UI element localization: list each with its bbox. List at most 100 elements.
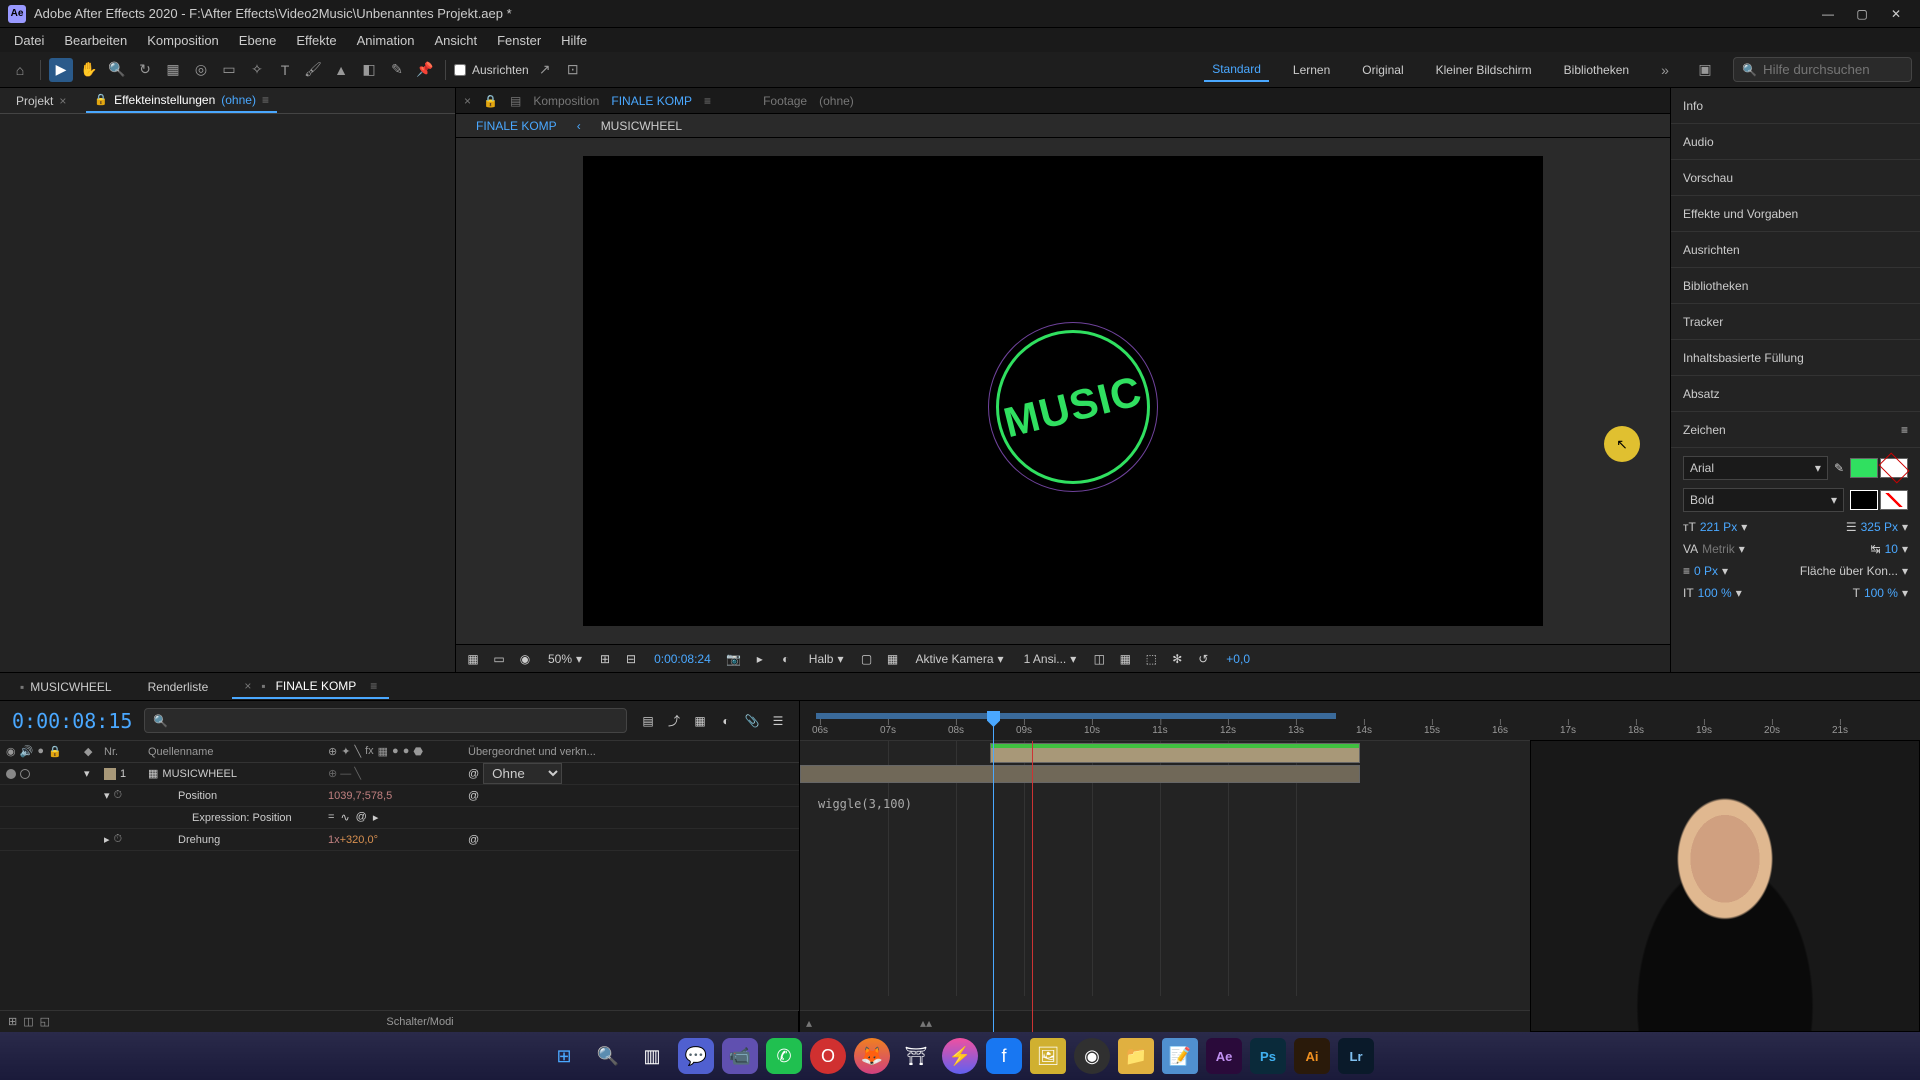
tl-tab-renderliste[interactable]: Renderliste (136, 676, 221, 698)
camera-tool[interactable]: ▦ (161, 58, 185, 82)
snap-mode-icon[interactable]: ⊡ (561, 58, 585, 82)
panel-bibliotheken[interactable]: Bibliotheken (1671, 268, 1920, 304)
snap-icon[interactable]: ↗ (533, 58, 557, 82)
home-icon[interactable]: ⌂ (8, 58, 32, 82)
puppet-tool[interactable]: 📌 (413, 58, 437, 82)
workspace-standard[interactable]: Standard (1204, 58, 1269, 82)
menu-komposition[interactable]: Komposition (137, 31, 229, 50)
res-full-icon[interactable]: ⊞ (596, 650, 614, 668)
timeline-search-input[interactable] (174, 713, 618, 728)
taskbar-windows-icon[interactable]: ⊞ (546, 1038, 582, 1074)
taskbar-lr-icon[interactable]: Lr (1338, 1038, 1374, 1074)
taskbar-notepad-icon[interactable]: 📝 (1162, 1038, 1198, 1074)
taskbar-firefox-icon[interactable]: 🦊 (854, 1038, 890, 1074)
font-style-select[interactable]: Bold▾ (1683, 488, 1844, 512)
nav-finale-komp[interactable]: FINALE KOMP (468, 115, 565, 137)
anchor-tool[interactable]: ◎ (189, 58, 213, 82)
tab-effekteinstellungen[interactable]: 🔒 Effekteinstellungen (ohne) ≡ (86, 89, 277, 113)
twirl-icon[interactable]: ▾ (104, 789, 110, 802)
exposure-value[interactable]: +0,0 (1220, 650, 1256, 668)
pen-tool[interactable]: ✧ (245, 58, 269, 82)
menu-animation[interactable]: Animation (347, 31, 425, 50)
res-half-icon[interactable]: ⊟ (622, 650, 640, 668)
camera-select[interactable]: Aktive Kamera ▾ (910, 650, 1010, 668)
menu-bearbeiten[interactable]: Bearbeiten (54, 31, 137, 50)
clone-tool[interactable]: ▲ (329, 58, 353, 82)
eyedropper-icon[interactable]: ✎ (1834, 461, 1844, 475)
menu-fenster[interactable]: Fenster (487, 31, 551, 50)
prop-rotation-row[interactable]: ▸⏱ Drehung 1x+320,0° @ (0, 829, 799, 851)
roi-icon[interactable]: ▢ (858, 650, 876, 668)
parent-select[interactable]: Ohne (483, 763, 562, 784)
panel-menu-icon[interactable]: ≡ (262, 93, 269, 107)
taskbar-teams-icon[interactable]: 📹 (722, 1038, 758, 1074)
font-family-select[interactable]: Arial▾ (1683, 456, 1828, 480)
tl-tab-musicwheel[interactable]: ▪MUSICWHEEL (8, 676, 124, 698)
help-search[interactable]: 🔍 (1733, 57, 1912, 82)
zoom-in-icon[interactable]: ▴▴ (920, 1016, 932, 1030)
taskbar-explorer-icon[interactable]: 📁 (1118, 1038, 1154, 1074)
baseline-value[interactable]: 0 Px (1694, 564, 1718, 578)
rotate-tool[interactable]: ↻ (133, 58, 157, 82)
lock-icon[interactable]: 🔒 (483, 94, 498, 108)
show-snapshot-icon[interactable]: ▸ (751, 650, 769, 668)
comp-mini-icon[interactable]: ▤ (639, 712, 657, 730)
pickwhip-icon[interactable]: @ (468, 834, 479, 846)
views-select[interactable]: 1 Ansi... ▾ (1018, 650, 1083, 668)
stroke-opt-select[interactable]: Fläche über Kon... (1800, 564, 1898, 578)
pickwhip-icon[interactable]: @ (468, 768, 479, 780)
taskbar-search-icon[interactable]: 🔍 (590, 1038, 626, 1074)
comp-canvas[interactable]: MUSIC (583, 156, 1543, 626)
prop-position-row[interactable]: ▾⏱ Position 1039,7;578,5 @ (0, 785, 799, 807)
taskbar-chat-icon[interactable]: 💬 (678, 1038, 714, 1074)
zoom-out-icon[interactable]: ▴ (806, 1016, 812, 1030)
tracking-value[interactable]: 10 (1885, 542, 1898, 556)
channel-icon[interactable]: ▭ (490, 650, 508, 668)
eraser-tool[interactable]: ◧ (357, 58, 381, 82)
expr-pickwhip-icon[interactable]: @ (356, 811, 367, 824)
menu-ebene[interactable]: Ebene (229, 31, 287, 50)
mask-icon[interactable]: ◉ (516, 650, 534, 668)
align-checkbox[interactable]: Ausrichten (454, 63, 529, 77)
pixel-aspect-icon[interactable]: ◫ (1090, 650, 1108, 668)
brush-tool[interactable]: 🖌 (301, 58, 325, 82)
help-search-input[interactable] (1763, 62, 1903, 77)
close-icon[interactable]: ✕ (1888, 6, 1904, 22)
visibility-toggle[interactable] (6, 769, 16, 779)
col-parent[interactable]: Übergeordnet und verkn... (468, 746, 795, 758)
fast-preview-icon[interactable]: ▦ (1116, 650, 1134, 668)
taskbar-ai-icon[interactable]: Ai (1294, 1038, 1330, 1074)
panel-tracker[interactable]: Tracker (1671, 304, 1920, 340)
shape-tool[interactable]: ▭ (217, 58, 241, 82)
3d-icon[interactable]: ⬚ (1142, 650, 1160, 668)
rotation-deg[interactable]: +320,0° (340, 834, 378, 846)
transparency-icon[interactable]: ▦ (884, 650, 902, 668)
toggle-switches-icon[interactable]: ⊞ (8, 1015, 17, 1028)
expr-lang-icon[interactable]: ▸ (373, 811, 379, 824)
workspace-kleiner[interactable]: Kleiner Bildschirm (1428, 59, 1540, 81)
panel-menu-icon[interactable]: ≡ (1901, 423, 1908, 437)
rotation-reps[interactable]: 1x (328, 834, 340, 846)
hand-tool[interactable]: ✋ (77, 58, 101, 82)
stopwatch-icon[interactable]: ⏱ (114, 789, 123, 802)
fill-color-swatch[interactable] (1850, 458, 1878, 478)
swap-color-icon[interactable] (1850, 490, 1878, 510)
frame-blend-icon[interactable]: ▦ (691, 712, 709, 730)
maximize-icon[interactable]: ▢ (1854, 6, 1870, 22)
expr-graph-icon[interactable]: ∿ (340, 811, 349, 824)
timeline-ruler[interactable]: 06s 07s 08s 09s 10s 11s 12s 13s 14s 15s … (800, 701, 1920, 741)
footer-label[interactable]: Schalter/Modi (50, 1016, 790, 1028)
font-size-value[interactable]: 221 Px (1700, 520, 1737, 534)
expression-text[interactable]: wiggle(3,100) (818, 797, 912, 811)
taskbar-facebook-icon[interactable]: f (986, 1038, 1022, 1074)
taskbar-app1-icon[interactable]: ⛩ (898, 1038, 934, 1074)
chevron-left-icon[interactable]: ‹ (577, 119, 581, 133)
brain-icon[interactable]: ☰ (769, 712, 787, 730)
col-name[interactable]: Quellenname (148, 746, 328, 758)
taskbar-opera-icon[interactable]: O (810, 1038, 846, 1074)
layer-row-1[interactable]: ▾ 1 ▦MUSICWHEEL ⊕ — ╲ @ Ohne (0, 763, 799, 785)
panel-ausrichten[interactable]: Ausrichten (1671, 232, 1920, 268)
color-mgmt-icon[interactable]: ◐ (777, 650, 795, 668)
menu-effekte[interactable]: Effekte (286, 31, 346, 50)
close-icon[interactable]: × (464, 94, 471, 108)
